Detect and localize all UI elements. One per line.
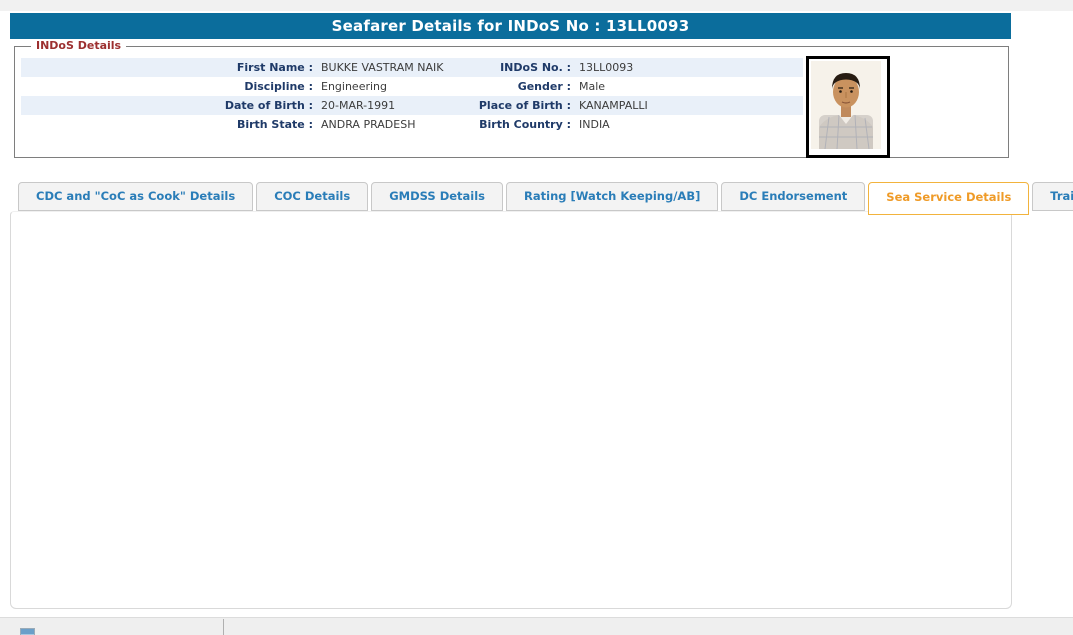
tab-training-details[interactable]: Training Details xyxy=(1032,182,1073,211)
detail-row: First Name : BUKKE VASTRAM NAIK INDoS No… xyxy=(21,58,803,77)
window-icon xyxy=(20,628,35,635)
seafarer-details-page: Seafarer Details for INDoS No : 13LL0093… xyxy=(0,0,1073,635)
field-value: BUKKE VASTRAM NAIK xyxy=(313,58,461,77)
field-value: 20-MAR-1991 xyxy=(313,96,461,115)
field-value: 13LL0093 xyxy=(571,58,803,77)
field-value: ANDRA PRADESH xyxy=(313,115,461,134)
field-label: INDoS No. : xyxy=(461,58,571,77)
indos-detail-rows: First Name : BUKKE VASTRAM NAIK INDoS No… xyxy=(21,58,803,134)
tab-cdc-and-coc-as-cook-details[interactable]: CDC and "CoC as Cook" Details xyxy=(18,182,253,211)
field-label: Discipline : xyxy=(21,77,313,96)
field-value: KANAMPALLI xyxy=(571,96,803,115)
detail-row: Discipline : Engineering Gender : Male xyxy=(21,77,803,96)
footer-divider xyxy=(223,619,224,635)
portrait-image xyxy=(811,61,881,149)
field-value: Male xyxy=(571,77,803,96)
field-label: Place of Birth : xyxy=(461,96,571,115)
detail-row: Date of Birth : 20-MAR-1991 Place of Bir… xyxy=(21,96,803,115)
field-label: Date of Birth : xyxy=(21,96,313,115)
field-value: INDIA xyxy=(571,115,803,134)
detail-row: Birth State : ANDRA PRADESH Birth Countr… xyxy=(21,115,803,134)
field-value: Engineering xyxy=(313,77,461,96)
fieldset-legend: INDoS Details xyxy=(31,39,126,52)
top-strip xyxy=(0,0,1073,11)
field-label: Birth Country : xyxy=(461,115,571,134)
tab-strip: CDC and "CoC as Cook" DetailsCOC Details… xyxy=(18,182,1073,215)
tab-coc-details[interactable]: COC Details xyxy=(256,182,368,211)
tab-content-panel xyxy=(10,211,1012,609)
bottom-strip xyxy=(0,617,1073,635)
tab-dc-endorsement[interactable]: DC Endorsement xyxy=(721,182,865,211)
seafarer-photo xyxy=(806,56,890,158)
field-label: Birth State : xyxy=(21,115,313,134)
tab-gmdss-details[interactable]: GMDSS Details xyxy=(371,182,503,211)
tab-rating-watch-keeping-ab[interactable]: Rating [Watch Keeping/AB] xyxy=(506,182,718,211)
field-label: First Name : xyxy=(21,58,313,77)
tab-sea-service-details[interactable]: Sea Service Details xyxy=(868,182,1029,215)
field-label: Gender : xyxy=(461,77,571,96)
page-title: Seafarer Details for INDoS No : 13LL0093 xyxy=(10,13,1011,39)
